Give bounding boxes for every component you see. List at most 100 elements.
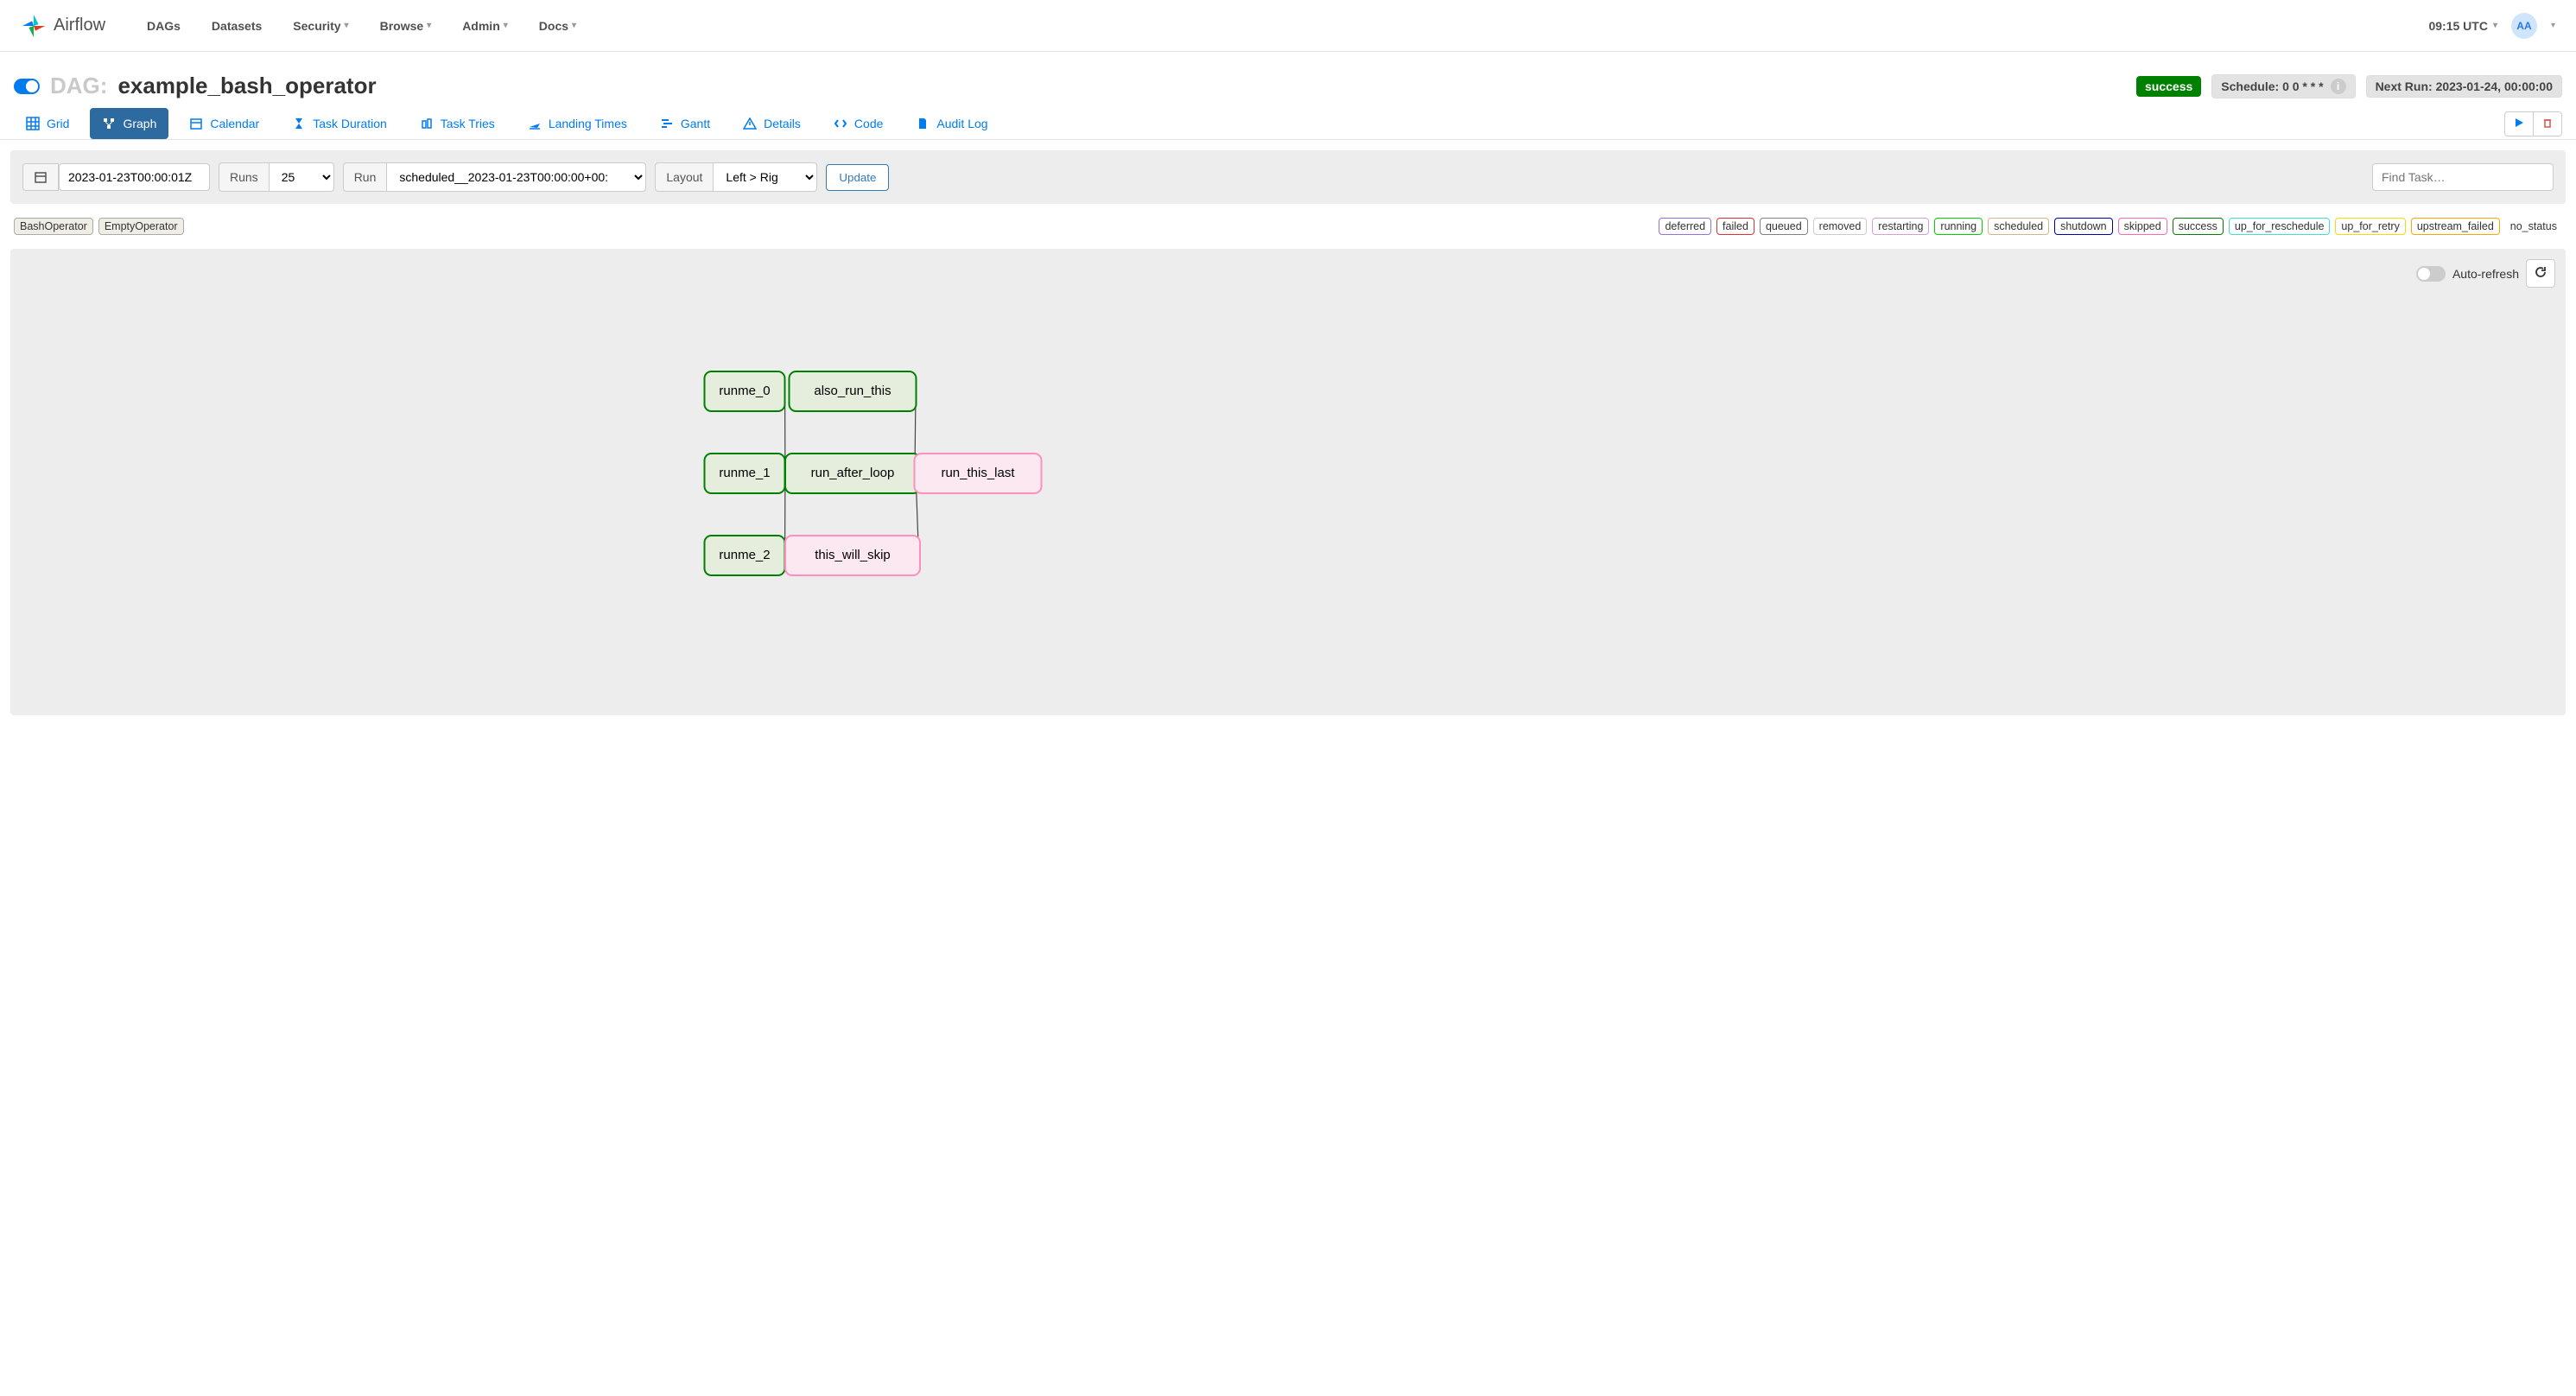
tab-label: Gantt [681, 117, 710, 130]
task-node-runme_1[interactable]: runme_1 [705, 454, 785, 493]
nav-security[interactable]: Security▾ [293, 19, 348, 33]
avatar[interactable]: AA [2511, 13, 2537, 39]
status-chip-no-status[interactable]: no_status [2505, 219, 2562, 234]
runs-select[interactable]: 25 [270, 162, 334, 192]
status-chip-removed[interactable]: removed [1813, 218, 1868, 235]
status-chip-running[interactable]: running [1934, 218, 1983, 235]
tab-label: Code [854, 117, 883, 130]
chevron-down-icon[interactable]: ▾ [2551, 21, 2555, 30]
status-chip-restarting[interactable]: restarting [1872, 218, 1929, 235]
nav-browse[interactable]: Browse▾ [380, 19, 432, 33]
play-icon [2514, 117, 2524, 128]
update-button[interactable]: Update [826, 164, 889, 191]
next-run-badge[interactable]: Next Run: 2023-01-24, 00:00:00 [2366, 75, 2562, 98]
graph-icon [102, 117, 116, 130]
calendar-icon [189, 117, 203, 130]
task-node-run_this_last[interactable]: run_this_last [915, 454, 1042, 493]
retry-icon [420, 117, 434, 130]
tab-label: Audit Log [936, 117, 987, 130]
run-select[interactable]: scheduled__2023-01-23T00:00:00+00:00 [387, 162, 646, 192]
file-icon [916, 117, 930, 130]
tab-code[interactable]: Code [822, 108, 895, 139]
status-chip-deferred[interactable]: deferred [1659, 218, 1711, 235]
nav-admin[interactable]: Admin▾ [462, 19, 508, 33]
airflow-logo-icon [21, 13, 47, 39]
tab-task-duration[interactable]: Task Duration [280, 108, 399, 139]
task-label: run_this_last [941, 466, 1015, 480]
tab-landing-times[interactable]: Landing Times [516, 108, 639, 139]
task-node-runme_0[interactable]: runme_0 [705, 371, 785, 411]
time-label: 09:15 UTC [2428, 19, 2487, 33]
tab-audit-log[interactable]: Audit Log [904, 108, 999, 139]
tab-calendar[interactable]: Calendar [177, 108, 271, 139]
gantt-icon [660, 117, 674, 130]
operator-chip[interactable]: BashOperator [14, 218, 93, 235]
navbar: Airflow DAGs Datasets Security▾ Browse▾ Admi… [0, 0, 2576, 52]
landing-icon [528, 117, 542, 130]
status-chip-up_for_reschedule[interactable]: up_for_reschedule [2229, 218, 2331, 235]
tab-graph[interactable]: Graph [90, 108, 168, 139]
operator-chip[interactable]: EmptyOperator [98, 218, 184, 235]
status-chip-scheduled[interactable]: scheduled [1988, 218, 2049, 235]
tab-label: Graph [123, 117, 156, 130]
dag-header: DAG: example_bash_operator success Sched… [0, 52, 2576, 108]
calendar-icon[interactable] [22, 163, 59, 191]
tab-gantt[interactable]: Gantt [648, 108, 722, 139]
tab-task-tries[interactable]: Task Tries [408, 108, 507, 139]
status-chip-upstream_failed[interactable]: upstream_failed [2411, 218, 2500, 235]
chevron-down-icon: ▾ [504, 21, 508, 30]
time-button[interactable]: 09:15 UTC ▾ [2428, 19, 2497, 33]
tab-label: Task Tries [441, 117, 495, 130]
chevron-down-icon: ▾ [572, 21, 576, 30]
nav-datasets[interactable]: Datasets [212, 19, 262, 33]
layout-label: Layout [655, 162, 714, 192]
status-chip-shutdown[interactable]: shutdown [2054, 218, 2113, 235]
tab-grid[interactable]: Grid [14, 108, 81, 139]
warning-icon [743, 117, 757, 130]
nav-docs[interactable]: Docs▾ [539, 19, 576, 33]
find-task-input[interactable] [2372, 163, 2554, 191]
nav-dags[interactable]: DAGs [147, 19, 181, 33]
task-node-also_run_this[interactable]: also_run_this [790, 371, 917, 411]
trigger-button[interactable] [2504, 111, 2534, 136]
dag-name: example_bash_operator [117, 73, 376, 99]
delete-button[interactable] [2533, 111, 2562, 136]
run-label: Run [343, 162, 388, 192]
brand[interactable]: Airflow [21, 13, 105, 39]
task-node-runme_2[interactable]: runme_2 [705, 536, 785, 575]
chevron-down-icon: ▾ [345, 21, 349, 30]
filter-bar: Runs 25 Run scheduled__2023-01-23T00:00:… [10, 150, 2566, 204]
tab-details[interactable]: Details [731, 108, 813, 139]
task-label: runme_2 [719, 548, 770, 562]
auto-refresh-label: Auto-refresh [2452, 267, 2519, 281]
schedule-badge[interactable]: Schedule: 0 0 * * * i [2211, 74, 2355, 98]
brand-text: Airflow [54, 16, 105, 35]
task-label: runme_0 [719, 384, 770, 398]
runs-label: Runs [219, 162, 270, 192]
info-icon: i [2331, 79, 2346, 94]
status-badge[interactable]: success [2136, 76, 2201, 97]
status-chip-failed[interactable]: failed [1716, 218, 1754, 235]
status-chip-up_for_retry[interactable]: up_for_retry [2335, 218, 2405, 235]
status-chip-skipped[interactable]: skipped [2118, 218, 2167, 235]
dag-label: DAG: [50, 73, 107, 99]
tab-label: Landing Times [549, 117, 627, 130]
pause-toggle[interactable] [14, 79, 40, 94]
auto-refresh-toggle[interactable] [2416, 266, 2446, 282]
refresh-icon [2534, 265, 2547, 279]
task-node-run_after_loop[interactable]: run_after_loop [785, 454, 920, 493]
chevron-down-icon: ▾ [427, 21, 431, 30]
status-chip-queued[interactable]: queued [1760, 218, 1808, 235]
hourglass-icon [292, 117, 306, 130]
task-node-this_will_skip[interactable]: this_will_skip [785, 536, 920, 575]
base-date-input[interactable] [59, 163, 210, 191]
layout-select[interactable]: Left > Right [714, 162, 817, 192]
status-chip-success[interactable]: success [2173, 218, 2224, 235]
code-icon [834, 117, 847, 130]
graph-canvas[interactable]: Auto-refresh runme_0 runme_1 runme_2 also_r… [10, 249, 2566, 715]
refresh-button[interactable] [2526, 259, 2555, 288]
dag-graph-svg: runme_0 runme_1 runme_2 also_run_this run_af… [10, 249, 2566, 715]
tab-label: Grid [47, 117, 69, 130]
chevron-down-icon: ▾ [2493, 21, 2497, 30]
schedule-label: Schedule: 0 0 * * * [2221, 79, 2323, 93]
